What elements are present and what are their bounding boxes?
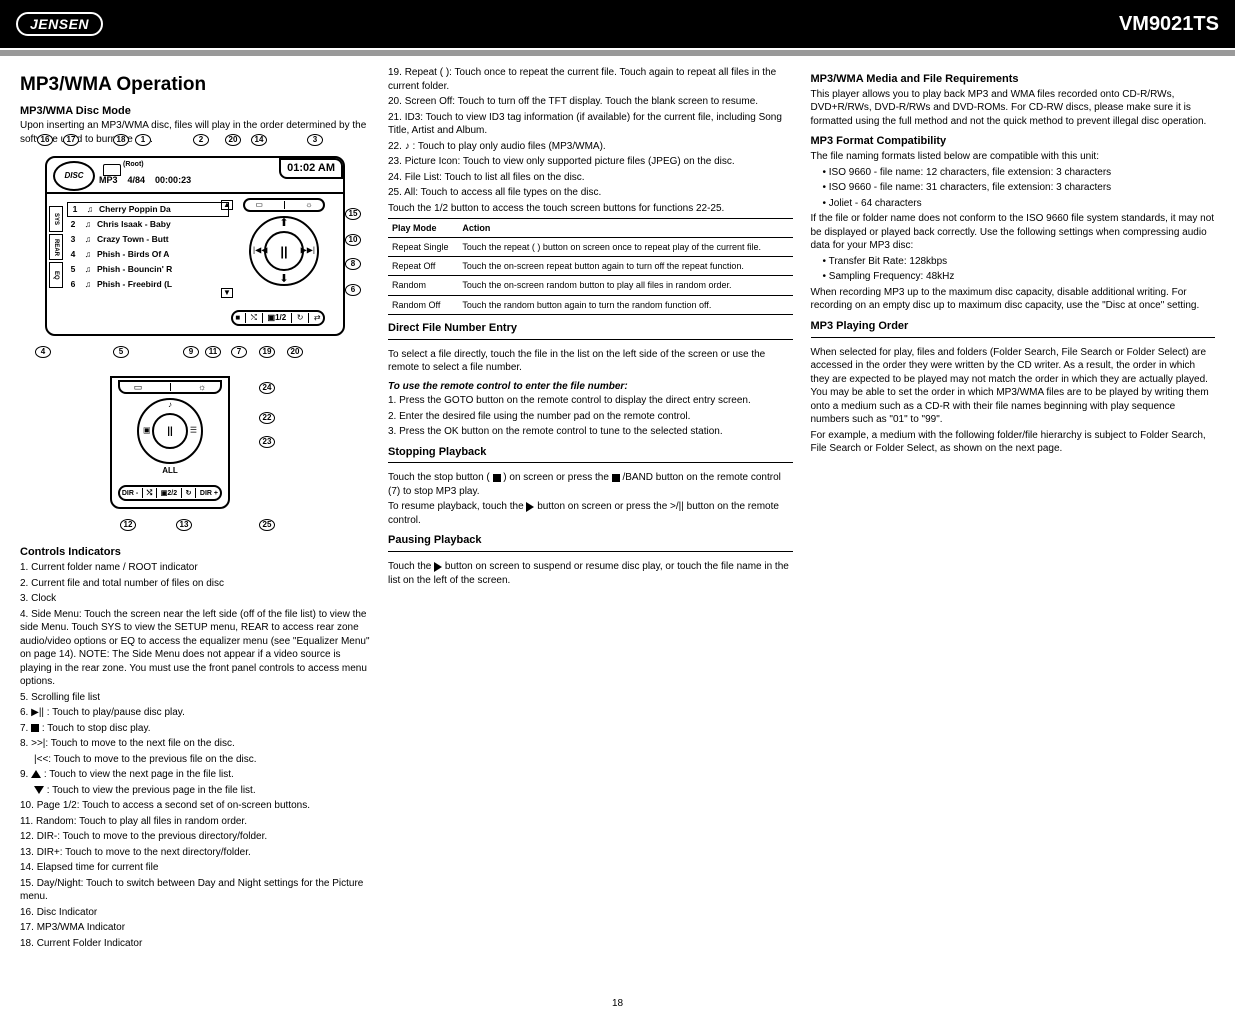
repeat-icon-2[interactable]: ↻ <box>186 489 192 498</box>
music-note-icon: ♫ <box>83 264 93 275</box>
control-wheel: ⬆ ⬇ |◀◀ ▶▶| || <box>249 216 319 286</box>
pausing-heading: Pausing Playback <box>388 533 793 548</box>
up-arrow-inline-icon <box>31 770 41 778</box>
dir-prev-button[interactable]: DIR - <box>122 489 138 498</box>
random-icon[interactable]: ⤭ <box>251 313 257 324</box>
device-diagram-2: 24 22 23 12 13 25 ▭ ☼ ♪ ▣ ☰ || ALL <box>110 376 255 509</box>
order-heading: MP3 Playing Order <box>811 319 1216 334</box>
disc-indicator: DISC <box>53 161 95 191</box>
root-label: (Root) <box>123 160 144 169</box>
direct-file-heading: Direct File Number Entry <box>388 321 793 336</box>
brand-logo: JENSEN <box>16 12 103 36</box>
music-note-icon: ♫ <box>83 279 93 290</box>
play-mode-table: Play ModeAction Repeat SingleTouch the r… <box>388 218 793 315</box>
eq-tab[interactable]: EQ <box>49 262 63 288</box>
loop-icon[interactable]: ⇄ <box>314 313 321 324</box>
play-pause-button[interactable]: || <box>264 231 304 271</box>
music-note-icon: ♫ <box>83 219 93 230</box>
screen-off-icon[interactable]: ▭ <box>255 200 263 211</box>
play-pause-button-2[interactable]: || <box>152 413 188 449</box>
day-night-icon[interactable]: ☼ <box>305 200 312 211</box>
bottom-icon-bar: ■ ⤭ ▣1/2 ↻ ⇄ <box>231 310 325 326</box>
all-label[interactable]: ALL <box>112 466 228 477</box>
music-filter-icon[interactable]: ♪ <box>168 400 172 411</box>
header-bar: JENSEN VM9021TS <box>0 0 1235 48</box>
repeat-icon[interactable]: ↻ <box>297 313 304 324</box>
media-req-heading: MP3/WMA Media and File Requirements <box>811 72 1216 87</box>
compat-heading: MP3 Format Compatibility <box>811 134 1216 149</box>
rear-tab[interactable]: REAR <box>49 234 63 260</box>
screen-off-icon-2[interactable]: ▭ <box>134 381 143 393</box>
track-row[interactable]: 3♫Crazy Town - Butt <box>67 232 229 247</box>
day-night-icon-2[interactable]: ☼ <box>198 381 206 393</box>
music-note-icon: ♫ <box>83 249 93 260</box>
dir-next-button[interactable]: DIR + <box>200 489 218 498</box>
subtitle: MP3/WMA Disc Mode <box>20 104 370 119</box>
music-note-icon: ♫ <box>83 234 93 245</box>
clock-display: 01:02 AM <box>279 158 343 179</box>
wheel-up-icon[interactable]: ⬆ <box>279 216 288 231</box>
model-number: VM9021TS <box>1119 13 1219 36</box>
callout-23: 23 <box>259 436 275 448</box>
track-list: 1♫Cherry Poppin Da 2♫Chris Isaak - Baby … <box>67 202 229 292</box>
folder-icon <box>103 164 121 181</box>
callout-10: 10 <box>345 234 361 246</box>
callout-6: 6 <box>345 284 361 296</box>
control-wheel-2: ♪ ▣ ☰ || <box>137 398 203 464</box>
stop-inline-icon <box>31 724 39 732</box>
prev-track-icon[interactable]: |◀◀ <box>253 246 267 257</box>
callout-24: 24 <box>259 382 275 394</box>
page-title: MP3/WMA Operation <box>20 72 370 98</box>
top-icon-bar: ▭ ☼ <box>243 198 325 212</box>
page-indicator-2[interactable]: ▣2/2 <box>161 489 177 498</box>
random-icon-2[interactable]: ⤭ <box>147 489 153 498</box>
next-track-icon[interactable]: ▶▶| <box>301 246 315 257</box>
callout-22: 22 <box>259 412 275 424</box>
stop-icon[interactable]: ■ <box>235 313 240 324</box>
page-indicator[interactable]: ▣1/2 <box>268 313 287 324</box>
track-row[interactable]: 4♫Phish - Birds Of A <box>67 247 229 262</box>
track-counter: 4/84 <box>128 174 146 186</box>
play-inline-icon <box>434 562 442 572</box>
stop-inline-icon <box>612 474 620 482</box>
track-row[interactable]: 5♫Phish - Bouncin' R <box>67 262 229 277</box>
stop-inline-icon <box>493 474 501 482</box>
music-note-icon: ♫ <box>85 204 95 215</box>
pause-inline-icon: ▶|| <box>31 707 44 718</box>
callout-15: 15 <box>345 208 361 220</box>
track-row[interactable]: 1♫Cherry Poppin Da <box>67 202 229 217</box>
stopping-heading: Stopping Playback <box>388 445 793 460</box>
track-row[interactable]: 6♫Phish - Freebird (L <box>67 277 229 292</box>
list-filter-icon[interactable]: ☰ <box>190 426 197 437</box>
remote-subheading: To use the remote control to enter the f… <box>388 380 793 394</box>
wheel-down-icon[interactable]: ⬇ <box>279 272 288 287</box>
elapsed-time: 00:00:23 <box>155 174 191 186</box>
down-arrow-inline-icon <box>34 786 44 794</box>
device-diagram: 16 17 18 1 2 20 14 3 15 10 8 6 4 5 9 11 … <box>35 156 355 336</box>
track-row[interactable]: 2♫Chris Isaak - Baby <box>67 217 229 232</box>
controls-heading: Controls Indicators <box>20 545 370 560</box>
page-access-note: Touch the 1/2 button to access the touch… <box>388 202 793 216</box>
sys-tab[interactable]: SYS <box>49 206 63 232</box>
callout-8: 8 <box>345 258 361 270</box>
picture-filter-icon[interactable]: ▣ <box>143 426 151 437</box>
page-number: 18 <box>0 998 1235 1009</box>
